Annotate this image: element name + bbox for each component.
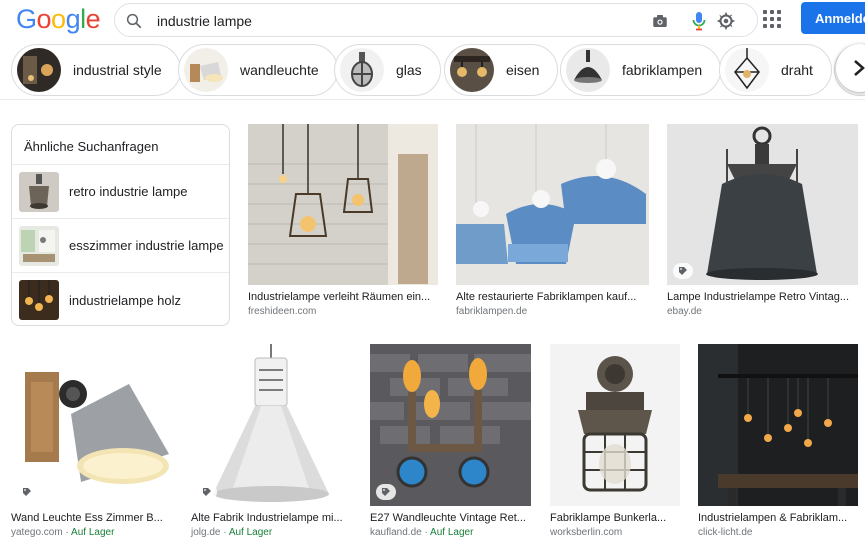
result-source-domain: worksberlin.com [550,527,623,538]
image-result[interactable]: Alte restaurierte Fabriklampen kauf... f… [456,124,649,317]
related-search-item[interactable]: esszimmer industrie lampe [12,219,229,273]
chip-wandleuchte[interactable]: wandleuchte [178,44,338,96]
chip-label: eisen [506,62,540,78]
search-box[interactable]: industrie lampe [114,3,758,37]
image-result[interactable]: Industrielampen & Fabriklam... click-lic… [698,344,858,538]
related-search-item[interactable]: retro industrie lampe [12,165,229,219]
logo-letter: o [36,4,52,34]
related-search-item[interactable]: industrielampe holz [12,273,229,325]
result-image[interactable] [550,344,680,506]
related-searches-card: Ähnliche Suchanfragen retro industrie la… [11,124,230,326]
chip-thumbnail [725,48,769,92]
result-source: yatego.com · Auf Lager [11,527,172,538]
chip-label: draht [781,62,813,78]
chip-thumbnail [340,48,384,92]
result-image[interactable] [698,344,858,506]
result-source: kaufland.de · Auf Lager [370,527,531,538]
chip-fabriklampen[interactable]: fabriklampen [560,44,722,96]
result-source: jolg.de · Auf Lager [191,527,352,538]
related-thumbnail [19,171,59,212]
chip-label: fabriklampen [622,62,703,78]
image-result[interactable]: Industrielampe verleiht Räumen ein... fr… [248,124,438,317]
related-search-label: industrielampe holz [69,292,182,308]
shopping-tag-icon [376,484,396,500]
chip-thumbnail [450,48,494,92]
search-input[interactable]: industrie lampe [157,13,252,29]
result-caption[interactable]: Industrielampen & Fabriklam... [698,512,858,524]
result-caption[interactable]: Fabriklampe Bunkerla... [550,512,680,524]
related-thumbnail [19,225,59,266]
google-lens-icon[interactable] [715,10,737,32]
logo-letter: o [51,4,66,34]
result-caption[interactable]: E27 Wandleuchte Vintage Ret... [370,512,531,524]
result-source-domain: kaufland.de · [370,527,431,538]
related-search-label: retro industrie lampe [69,184,188,199]
result-source: worksberlin.com [550,527,680,538]
chip-label: industrial style [73,62,162,78]
header: Google industrie lampe Anmelden [0,0,865,40]
stock-status: Auf Lager [71,527,115,538]
chip-thumbnail [184,48,228,92]
result-image[interactable] [456,124,649,285]
result-source: freshideen.com [248,306,438,317]
search-icon[interactable] [125,12,143,30]
shopping-tag-icon [673,263,693,279]
result-source-domain: click-licht.de [698,527,753,538]
google-apps-icon[interactable] [763,10,781,28]
google-logo[interactable]: Google [16,4,101,35]
chip-thumbnail [17,48,61,92]
shopping-tag-icon [197,484,217,500]
result-image[interactable] [11,344,172,506]
result-source: ebay.de [667,306,858,317]
result-image[interactable] [370,344,531,506]
chip-eisen[interactable]: eisen [444,44,559,96]
result-image[interactable] [667,124,858,285]
logo-letter: G [16,4,37,34]
result-caption[interactable]: Wand Leuchte Ess Zimmer B... [11,512,172,524]
related-thumbnail [19,280,59,320]
chip-label: glas [396,62,422,78]
result-source-domain: ebay.de [667,306,702,317]
stock-status: Auf Lager [430,527,474,538]
logo-letter: g [65,4,81,34]
result-source-domain: fabriklampen.de [456,306,528,317]
result-caption[interactable]: Lampe Industrielampe Retro Vintag... [667,291,858,303]
related-search-label: esszimmer industrie lampe [69,238,224,253]
result-caption[interactable]: Industrielampe verleiht Räumen ein... [248,291,438,303]
image-result[interactable]: Fabriklampe Bunkerla... worksberlin.com [550,344,680,538]
result-source-domain: freshideen.com [248,306,317,317]
chip-glas[interactable]: glas [334,44,441,96]
stock-status: Auf Lager [228,527,273,538]
shopping-tag-icon [17,484,37,500]
result-image[interactable] [248,124,438,285]
image-result[interactable]: Alte Fabrik Industrielampe mi... jolg.de… [191,344,352,538]
result-caption[interactable]: Alte restaurierte Fabriklampen kauf... [456,291,649,303]
chip-thumbnail [566,48,610,92]
result-image[interactable] [191,344,352,506]
chip-industrial-style[interactable]: industrial style [11,44,181,96]
related-chips-bar: industrial style wandleuchte glas eisen … [0,42,865,100]
microphone-icon[interactable] [691,10,707,32]
related-searches-title: Ähnliche Suchanfragen [12,125,229,165]
result-source-domain: yatego.com · [11,527,72,538]
image-result[interactable]: Lampe Industrielampe Retro Vintag... eba… [667,124,858,317]
chip-draht[interactable]: draht [719,44,832,96]
image-result[interactable]: Wand Leuchte Ess Zimmer B... yatego.com … [11,344,172,538]
signin-button[interactable]: Anmelden [801,2,865,34]
result-caption[interactable]: Alte Fabrik Industrielampe mi... [191,512,352,524]
image-result[interactable]: E27 Wandleuchte Vintage Ret... kaufland.… [370,344,531,538]
result-source: click-licht.de [698,527,858,538]
logo-letter: e [85,4,101,34]
result-source-domain: jolg.de · [191,527,229,538]
camera-icon[interactable] [651,12,669,30]
chip-label: wandleuchte [240,62,319,78]
result-source: fabriklampen.de [456,306,649,317]
